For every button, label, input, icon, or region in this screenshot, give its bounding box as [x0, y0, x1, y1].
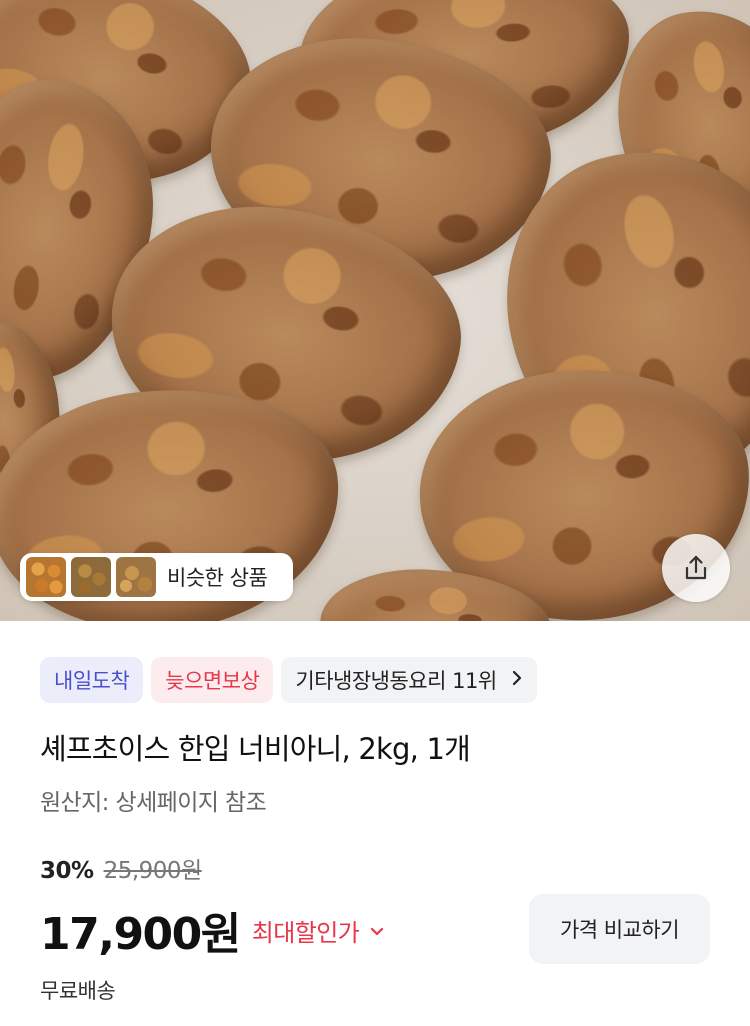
- badge-row: 내일도착 늦으면보상 기타냉장냉동요리 11위: [40, 657, 537, 703]
- similar-product-thumbnail: [116, 557, 156, 597]
- chevron-down-icon: [369, 916, 385, 944]
- share-button[interactable]: [662, 534, 730, 602]
- late-compensation-label: 늦으면보상: [165, 669, 260, 693]
- sale-price: 17,900원: [40, 909, 241, 960]
- product-image[interactable]: [0, 0, 750, 621]
- tomorrow-arrival-badge: 내일도착: [40, 657, 144, 703]
- discount-row: 30% 25,900원: [40, 851, 202, 885]
- price-compare-button[interactable]: 가격 비교하기: [529, 894, 710, 964]
- product-title: 셰프초이스 한입 너비아니, 2kg, 1개: [40, 732, 471, 766]
- original-price: 25,900원: [103, 858, 203, 884]
- category-ranking-label: 기타냉장냉동요리 11위: [295, 669, 497, 693]
- similar-product-thumbnail: [26, 557, 66, 597]
- discount-rate: 30%: [40, 858, 94, 884]
- tomorrow-arrival-label: 내일도착: [54, 669, 130, 693]
- similar-products-label: 비슷한 상품: [167, 566, 268, 590]
- product-origin: 원산지: 상세페이지 참조: [40, 790, 267, 816]
- late-compensation-badge: 늦으면보상: [151, 657, 274, 703]
- similar-products-button[interactable]: 비슷한 상품: [20, 553, 293, 601]
- chevron-right-icon: [511, 668, 523, 692]
- similar-product-thumbnail: [71, 557, 111, 597]
- share-icon: [685, 555, 707, 580]
- category-ranking-link[interactable]: 기타냉장냉동요리 11위: [281, 657, 537, 703]
- shipping-info: 무료배송: [40, 979, 116, 1003]
- max-discount-toggle[interactable]: 최대할인가: [252, 913, 385, 948]
- price-row: 17,900원 최대할인가: [40, 898, 385, 962]
- max-discount-label: 최대할인가: [251, 918, 360, 947]
